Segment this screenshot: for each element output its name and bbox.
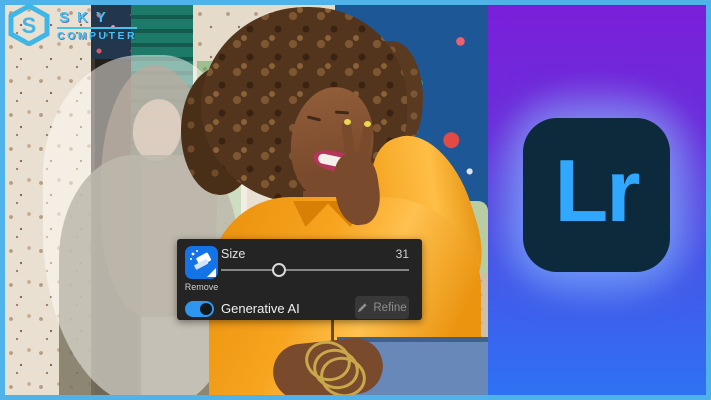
lightroom-icon-text: Lr [555, 147, 639, 243]
pencil-icon [357, 302, 368, 313]
generative-ai-label: Generative AI [221, 301, 300, 316]
remove-tool-button[interactable] [185, 246, 218, 279]
sky-logo-subname: COMPUTER [57, 30, 137, 42]
generative-ai-toggle-knob [200, 303, 212, 315]
photo-collage [5, 5, 488, 395]
size-slider-knob[interactable] [272, 263, 286, 277]
size-value: 31 [396, 247, 409, 261]
size-slider-track[interactable] [221, 269, 409, 271]
nail [344, 119, 351, 125]
lightroom-app-icon: Lr [523, 118, 670, 272]
refine-button[interactable]: Refine [355, 296, 409, 319]
generative-ai-toggle[interactable] [185, 301, 214, 317]
remove-tool-label: Remove [177, 282, 226, 292]
refine-button-label: Refine [373, 302, 406, 314]
sky-computer-logo: S SKY COMPUTER [6, 4, 137, 46]
svg-text:S: S [22, 13, 37, 38]
size-slider[interactable] [221, 263, 409, 277]
thumbnail-frame: Remove Size 31 Generative AI Refine Lr S [0, 0, 711, 400]
remove-tool-panel: Remove Size 31 Generative AI Refine [177, 239, 422, 320]
size-label: Size [221, 247, 245, 261]
sky-hexagon-icon: S [6, 4, 52, 46]
gradient-background: Lr [488, 5, 706, 395]
nail [364, 121, 371, 127]
sky-logo-name: SKY [57, 9, 137, 29]
sky-logo-text: SKY COMPUTER [57, 9, 137, 42]
eraser-ai-icon [185, 246, 218, 279]
